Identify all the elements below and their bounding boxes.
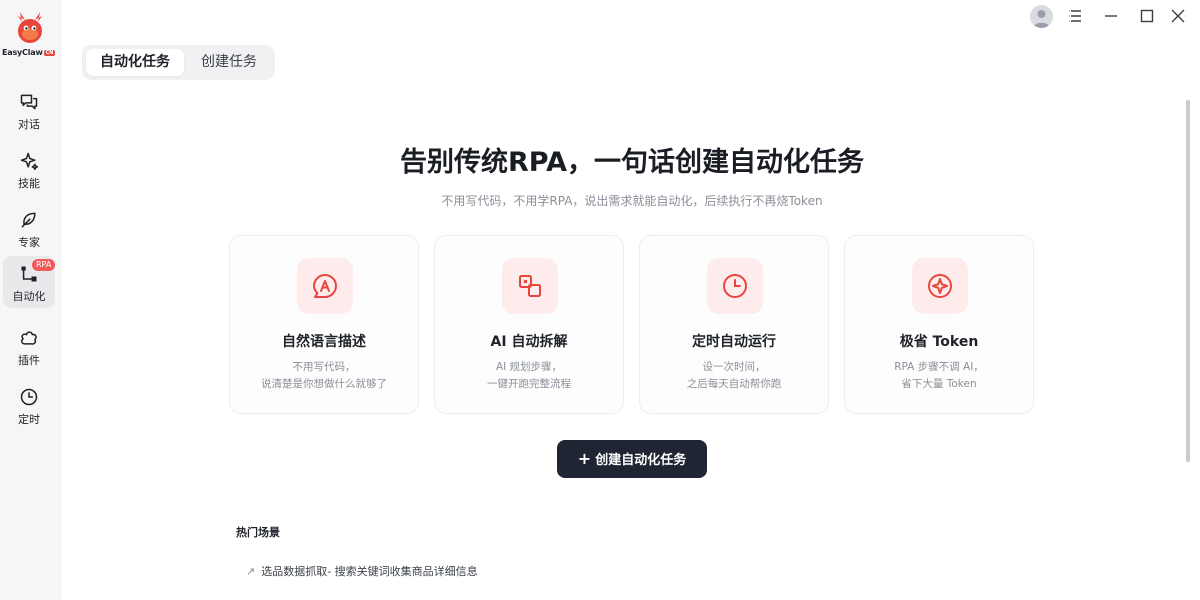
feature-title: 极省 Token [899,334,979,350]
app-logo[interactable]: EasyClaw CN [0,8,62,58]
hero-title: 告别传统RPA，一句话创建自动化任务 [400,147,864,178]
sidebar-item-label: 自动化 [12,290,46,303]
puzzle-icon [20,331,37,345]
clock-icon [723,274,747,298]
feature-desc-line: 之后每天自动帮你跑 [686,378,782,390]
maximize-icon [1140,9,1154,23]
sidebar-item-label: 专家 [18,236,40,249]
app-window: EasyClaw CN 对话 技能 专家 RPA 自动化 插件 定时 自动化任务… [0,0,1200,600]
arrow-up-right-icon: ↗ [246,565,256,578]
minimize-icon [1105,15,1117,17]
feature-description: RPA 步骤不调 AI， 省下大量 Token [855,359,1023,393]
hot-scene-item[interactable]: ↗ 选品数据抓取- 搜索关键词收集商品详细信息 [246,563,478,579]
sidebar: EasyClaw CN 对话 技能 专家 RPA 自动化 插件 定时 [0,0,62,600]
maximize-button[interactable] [1135,4,1159,28]
feature-desc-line: 不用写代码， [292,361,356,373]
sidebar-item-label: 定时 [18,413,40,426]
sidebar-item-schedule[interactable]: 定时 [3,379,55,431]
hot-scene-label: 选品数据抓取- 搜索关键词收集商品详细信息 [261,565,478,578]
hot-scenes-title: 热门场景 [236,526,280,539]
leaf-icon [21,212,36,228]
close-icon [1171,9,1185,23]
chat-icon [20,94,38,110]
close-button[interactable] [1166,4,1190,28]
sidebar-item-chat[interactable]: 对话 [3,84,55,136]
user-icon [1033,10,1050,28]
feature-title: 自然语言描述 [282,334,366,350]
minimize-button[interactable] [1099,4,1123,28]
feature-title: AI 自动拆解 [490,334,568,350]
rpa-badge: RPA [32,259,56,271]
tab-bar: 自动化任务 创建任务 [82,45,275,80]
tab-create-task[interactable]: 创建任务 [188,49,270,76]
logo-badge: CN [43,50,56,56]
feature-description: 设一次时间， 之后每天自动帮你跑 [650,359,818,393]
feature-card-natural-language: 自然语言描述 不用写代码， 说清楚是你想做什么就够了 [229,235,419,414]
feature-description: AI 规划步骤， 一键开跑完整流程 [445,359,613,393]
menu-button[interactable] [1064,4,1088,28]
feature-card-scheduled-run: 定时自动运行 设一次时间， 之后每天自动帮你跑 [639,235,829,414]
feature-icon-box [912,258,968,314]
tab-automation-tasks[interactable]: 自动化任务 [86,49,184,76]
user-avatar[interactable] [1030,5,1053,28]
feature-desc-line: AI 规划步骤， [495,361,563,373]
at-bubble-icon [313,274,337,298]
logo-text: EasyClaw CN [2,48,56,57]
sparkle-circle-icon [928,274,952,298]
feature-desc-line: 说清楚是你想做什么就够了 [261,378,387,390]
sidebar-item-automation[interactable]: RPA 自动化 [3,256,56,308]
feature-icon-box [297,258,353,314]
sidebar-item-experts[interactable]: 专家 [3,202,55,254]
plus-icon: + [577,449,592,468]
feature-title: 定时自动运行 [692,334,776,350]
feature-desc-line: 一键开跑完整流程 [487,378,571,390]
sidebar-item-label: 对话 [18,118,40,131]
hero-subtitle: 不用写代码，不用学RPA，说出需求就能自动化，后续执行不再烧Token [441,194,823,208]
feature-desc-line: 省下大量 Token [901,378,977,390]
claw-logo-icon [18,12,42,43]
clock-icon [20,388,38,406]
feature-card-ai-breakdown: AI 自动拆解 AI 规划步骤， 一键开跑完整流程 [434,235,624,414]
feature-description: 不用写代码， 说清楚是你想做什么就够了 [240,359,408,393]
split-squares-icon [519,275,541,297]
feature-icon-box [707,258,763,314]
feature-icon-box [502,258,558,314]
sidebar-item-plugins[interactable]: 插件 [3,320,55,372]
create-automation-task-button[interactable]: + 创建自动化任务 [557,440,707,478]
feature-desc-line: RPA 步骤不调 AI， [894,361,984,373]
cta-label: 创建自动化任务 [595,453,687,468]
feature-desc-line: 设一次时间， [702,361,766,373]
sidebar-item-label: 插件 [18,354,40,367]
list-menu-icon [1069,10,1081,22]
feature-card-save-token: 极省 Token RPA 步骤不调 AI， 省下大量 Token [844,235,1034,414]
